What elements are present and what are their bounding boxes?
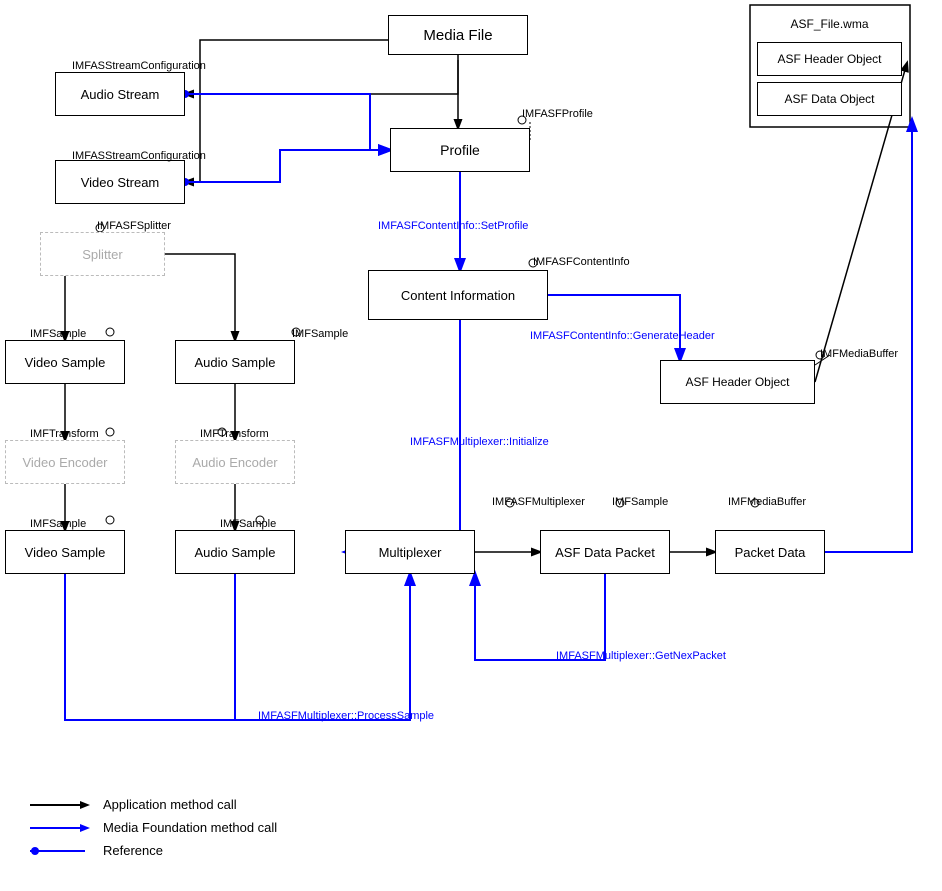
- asf-header-obj-box: ASF Header Object: [660, 360, 815, 404]
- video-stream-box: Video Stream: [55, 160, 185, 204]
- imfas-stream-video-label: IMFASStreamConfiguration: [72, 150, 206, 162]
- imf-media-buffer-hdr-label: IMFMediaBuffer: [820, 348, 898, 360]
- legend-app-method: Application method call: [30, 797, 277, 812]
- multiplexer-box: Multiplexer: [345, 530, 475, 574]
- asf-header-obj2-box: ASF Header Object: [757, 42, 902, 76]
- asf-file-label-box: ASF_File.wma: [757, 10, 902, 38]
- video-sample-1-label: Video Sample: [25, 355, 106, 370]
- content-info-label: Content Information: [401, 288, 515, 303]
- asf-data-packet-box: ASF Data Packet: [540, 530, 670, 574]
- asf-file-label: ASF_File.wma: [790, 17, 868, 31]
- imfasf-multiplexer-label: IMFASFMultiplexer: [492, 496, 585, 508]
- legend: Application method call Media Foundation…: [30, 797, 277, 866]
- legend-mf-method: Media Foundation method call: [30, 820, 277, 835]
- packet-data-box: Packet Data: [715, 530, 825, 574]
- imfasf-set-profile-label: IMFASFContentInfo::SetProfile: [378, 220, 528, 232]
- imfasf-splitter-label: IMFASFSplitter: [97, 220, 171, 232]
- imf-sample-audio2-label: IMFSample: [220, 518, 276, 530]
- video-stream-label: Video Stream: [81, 175, 160, 190]
- media-file-box: Media File: [388, 15, 528, 55]
- asf-header-obj2-label: ASF Header Object: [777, 52, 881, 66]
- imf-sample-video1-label: IMFSample: [30, 328, 86, 340]
- legend-mf-label: Media Foundation method call: [103, 820, 277, 835]
- legend-ref-label: Reference: [103, 843, 163, 858]
- imfasf-profile-label: IMFASFProfile: [522, 108, 593, 120]
- imfasf-get-next-label: IMFASFMultiplexer::GetNexPacket: [556, 650, 726, 662]
- audio-stream-label: Audio Stream: [81, 87, 160, 102]
- profile-box: Profile: [390, 128, 530, 172]
- diagram-container: ASF_File.wma ASF Header Object ASF Data …: [0, 0, 942, 891]
- video-sample-1-box: Video Sample: [5, 340, 125, 384]
- legend-app-label: Application method call: [103, 797, 237, 812]
- imf-sample-mux-label: IMFSample: [612, 496, 668, 508]
- audio-encoder-label: Audio Encoder: [192, 455, 277, 470]
- video-encoder-box: Video Encoder: [5, 440, 125, 484]
- profile-label: Profile: [440, 142, 480, 158]
- audio-encoder-box: Audio Encoder: [175, 440, 295, 484]
- video-sample-2-box: Video Sample: [5, 530, 125, 574]
- media-file-label: Media File: [423, 27, 492, 44]
- imfasf-gen-header-label: IMFASFContentInfo::GenerateHeader: [530, 330, 715, 342]
- asf-header-obj-label: ASF Header Object: [685, 375, 789, 389]
- imf-sample-audio1-label: IMFSample: [292, 328, 348, 340]
- imf-sample-video2-label: IMFSample: [30, 518, 86, 530]
- imfasf-init-label: IMFASFMultiplexer::Initialize: [410, 436, 549, 448]
- audio-stream-box: Audio Stream: [55, 72, 185, 116]
- asf-data-packet-label: ASF Data Packet: [555, 545, 655, 560]
- imfas-stream-audio-label: IMFASStreamConfiguration: [72, 60, 206, 72]
- asf-data-obj-label: ASF Data Object: [784, 92, 874, 106]
- legend-reference: Reference: [30, 843, 277, 858]
- video-encoder-label: Video Encoder: [22, 455, 107, 470]
- splitter-box: Splitter: [40, 232, 165, 276]
- imf-transform-audio-label: IMFTransform: [200, 428, 269, 440]
- imfasf-content-info-label: IMFASFContentInfo: [533, 256, 630, 268]
- imf-transform-video-label: IMFTransform: [30, 428, 99, 440]
- imfasf-process-label: IMFASFMultiplexer::ProcessSample: [258, 710, 434, 722]
- content-info-box: Content Information: [368, 270, 548, 320]
- audio-sample-1-label: Audio Sample: [195, 355, 276, 370]
- video-sample-2-label: Video Sample: [25, 545, 106, 560]
- splitter-label: Splitter: [82, 247, 122, 262]
- audio-sample-2-label: Audio Sample: [195, 545, 276, 560]
- multiplexer-label: Multiplexer: [379, 545, 442, 560]
- audio-sample-1-box: Audio Sample: [175, 340, 295, 384]
- asf-data-obj-box: ASF Data Object: [757, 82, 902, 116]
- imf-media-buffer-mux-label: IMFMediaBuffer: [728, 496, 806, 508]
- audio-sample-2-box: Audio Sample: [175, 530, 295, 574]
- packet-data-label: Packet Data: [735, 545, 806, 560]
